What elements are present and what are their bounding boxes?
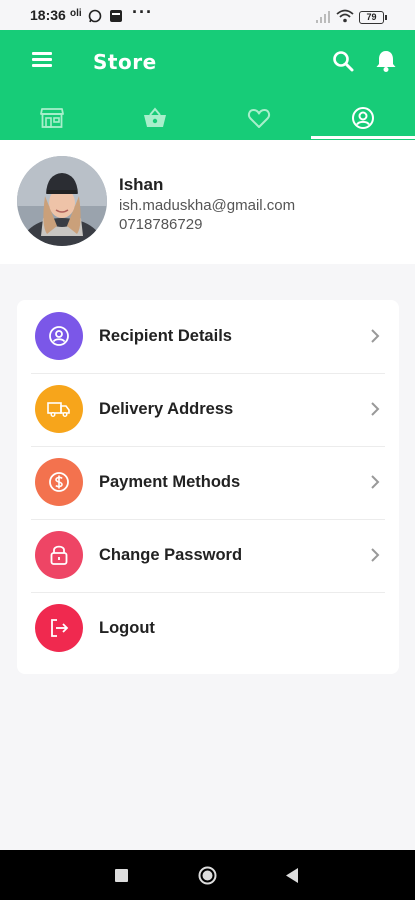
- tab-indicator: [311, 136, 415, 139]
- more-notifications-icon: ···: [132, 2, 153, 22]
- bell-icon[interactable]: [373, 48, 399, 74]
- back-icon[interactable]: [286, 868, 299, 883]
- app-title: Store: [93, 50, 157, 74]
- profile-name: Ishan: [119, 175, 164, 194]
- notification-app-icon: [110, 10, 122, 22]
- heart-icon: [247, 109, 270, 128]
- menu-item-recipient-details[interactable]: Recipient Details: [17, 300, 399, 373]
- chevron-right-icon: [371, 329, 380, 343]
- app-bar: Store: [0, 30, 415, 140]
- avatar-photo: [17, 156, 107, 246]
- signal-icon: [316, 11, 330, 23]
- truck-icon: [35, 385, 83, 433]
- whatsapp-icon: [88, 9, 102, 23]
- chevron-right-icon: [371, 475, 380, 489]
- logout-icon: [35, 604, 83, 652]
- status-time: 18:36: [30, 7, 66, 23]
- hamburger-menu-icon[interactable]: [32, 52, 54, 70]
- menu-item-label: Change Password: [99, 546, 243, 564]
- basket-icon: [143, 107, 166, 127]
- tab-basket[interactable]: [103, 96, 206, 140]
- chevron-right-icon: [371, 548, 380, 562]
- dollar-icon: [35, 458, 83, 506]
- avatar[interactable]: [17, 156, 107, 246]
- menu-item-label: Payment Methods: [99, 473, 241, 491]
- tab-store[interactable]: [0, 96, 103, 140]
- home-icon[interactable]: [198, 866, 217, 885]
- user-circle-icon: [35, 312, 83, 360]
- chevron-right-icon: [371, 402, 380, 416]
- search-icon[interactable]: [330, 48, 356, 74]
- tab-profile[interactable]: [311, 96, 414, 140]
- account-menu: Recipient Details Delivery Address Payme…: [17, 300, 399, 674]
- system-navigation-bar: [0, 850, 415, 900]
- storefront-icon: [39, 108, 64, 128]
- status-bar: 18:36 oli ··· 79: [0, 0, 415, 30]
- lock-icon: [35, 531, 83, 579]
- menu-item-logout[interactable]: Logout: [17, 592, 399, 665]
- menu-item-label: Logout: [99, 619, 155, 637]
- profile-email: ish.maduskha@gmail.com: [119, 197, 296, 214]
- menu-item-change-password[interactable]: Change Password: [17, 519, 399, 592]
- tab-bar: [0, 96, 415, 140]
- profile-header: Ishan ish.maduskha@gmail.com 0718786729: [0, 140, 415, 264]
- app-notification-icon: oli: [70, 8, 82, 19]
- menu-item-delivery-address[interactable]: Delivery Address: [17, 373, 399, 446]
- profile-icon: [351, 107, 374, 129]
- menu-item-label: Recipient Details: [99, 327, 232, 345]
- tab-wishlist[interactable]: [207, 96, 310, 140]
- profile-phone: 0718786729: [119, 216, 203, 233]
- recent-apps-icon[interactable]: [115, 869, 128, 882]
- battery-indicator: 79: [359, 11, 387, 24]
- menu-item-label: Delivery Address: [99, 400, 234, 418]
- wifi-icon: [336, 9, 354, 23]
- menu-item-payment-methods[interactable]: Payment Methods: [17, 446, 399, 519]
